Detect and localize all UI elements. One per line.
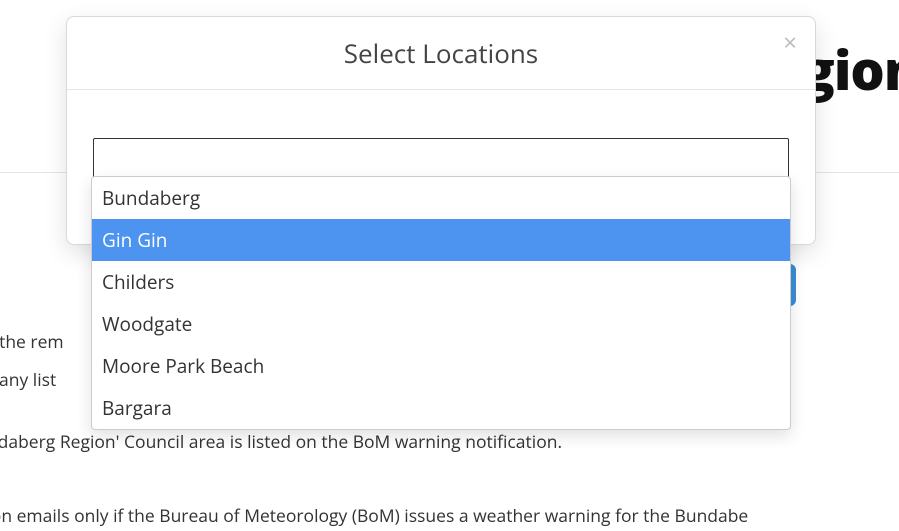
modal-backdrop: Select Locations × BundabergGin GinChild… (0, 0, 899, 531)
dropdown-option[interactable]: Childers (92, 261, 790, 303)
dropdown-option[interactable]: Gin Gin (92, 219, 790, 261)
dropdown-option[interactable]: Moore Park Beach (92, 345, 790, 387)
dropdown-option[interactable]: Bargara (92, 387, 790, 429)
modal-title: Select Locations (87, 35, 795, 71)
location-dropdown[interactable]: BundabergGin GinChildersWoodgateMoore Pa… (91, 176, 791, 430)
modal-header: Select Locations × (67, 17, 815, 90)
close-icon[interactable]: × (783, 31, 797, 55)
dropdown-option[interactable]: Woodgate (92, 303, 790, 345)
location-search-input[interactable] (93, 138, 789, 178)
dropdown-option[interactable]: Bundaberg (92, 177, 790, 219)
